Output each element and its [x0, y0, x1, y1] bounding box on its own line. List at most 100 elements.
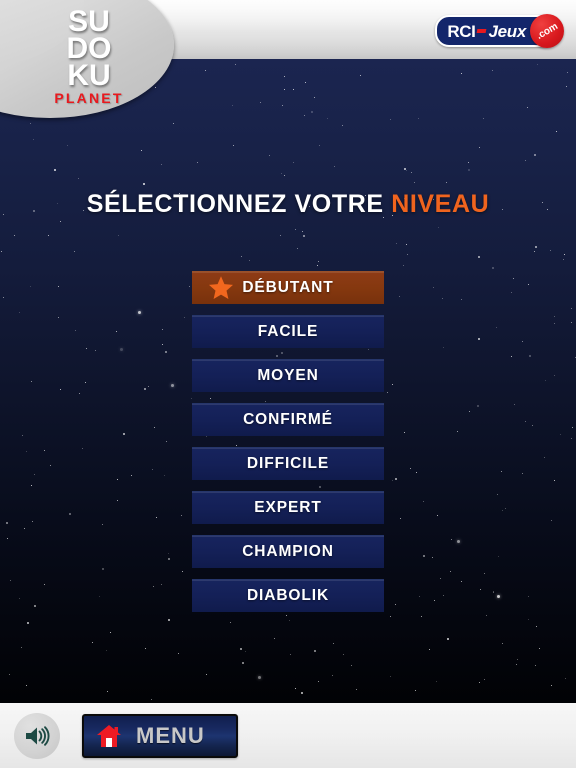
star-dot	[350, 664, 352, 666]
star-dot	[148, 385, 150, 387]
star-dot	[556, 131, 558, 132]
level-button-label: DIABOLIK	[246, 587, 330, 604]
star-dot	[59, 389, 61, 391]
star-dot	[296, 247, 298, 249]
star-dot	[244, 650, 246, 652]
star-dot	[9, 580, 11, 581]
star-dot	[528, 618, 530, 620]
star-dot	[571, 322, 572, 323]
star-dot	[283, 76, 285, 77]
star-dot	[390, 676, 392, 678]
star-dot	[521, 340, 523, 342]
level-button-difficile[interactable]: DIFFICILE	[192, 447, 384, 480]
star-dot	[476, 404, 479, 407]
star-dot	[137, 310, 141, 314]
star-dot	[549, 249, 551, 251]
level-button-confirm[interactable]: CONFIRMÉ	[192, 403, 384, 436]
star-dot	[355, 689, 357, 691]
star-dot	[318, 261, 320, 263]
star-dot	[442, 346, 444, 348]
star-dot	[534, 245, 537, 248]
star-dot	[290, 654, 291, 656]
rci-prefix-label: RCI	[447, 21, 476, 41]
star-dot	[429, 648, 430, 650]
logo-line-3: KU	[67, 59, 111, 92]
star-dot	[281, 173, 283, 175]
level-button-champion[interactable]: CHAMPION	[192, 535, 384, 568]
star-dot	[60, 221, 62, 223]
star-dot	[141, 149, 143, 151]
level-button-label: DIFFICILE	[246, 455, 330, 472]
star-dot	[416, 471, 418, 473]
star-dot	[498, 556, 500, 558]
star-dot	[535, 626, 537, 628]
star-dot	[283, 89, 285, 91]
star-dot	[562, 259, 564, 261]
star-dot	[551, 519, 553, 521]
star-dot	[435, 680, 437, 682]
star-dot	[332, 642, 334, 644]
star-dot	[445, 182, 447, 183]
star-dot	[160, 583, 162, 585]
logo-line-1: SU	[68, 5, 110, 38]
level-button-label: CHAMPION	[242, 543, 334, 560]
star-dot	[143, 182, 146, 185]
level-button-expert[interactable]: EXPERT	[192, 491, 384, 524]
star-dot	[528, 595, 530, 597]
star-dot	[73, 250, 75, 252]
star-dot	[334, 166, 336, 167]
star-dot	[516, 664, 517, 665]
level-button-moyen[interactable]: MOYEN	[192, 359, 384, 392]
star-dot	[410, 468, 412, 470]
star-dot	[482, 118, 484, 120]
star-dot	[30, 286, 32, 288]
star-dot	[422, 554, 425, 557]
rci-jeux-logo[interactable]: RCI Jeux .com	[435, 14, 564, 48]
star-dot	[32, 520, 34, 522]
star-dot	[545, 380, 547, 381]
star-dot	[554, 316, 556, 318]
star-dot	[414, 690, 416, 691]
star-dot	[451, 539, 453, 541]
level-button-facile[interactable]: FACILE	[192, 315, 384, 348]
star-dot	[115, 330, 117, 332]
star-dot	[282, 105, 284, 107]
level-button-dbutant[interactable]: DÉBUTANT	[192, 271, 384, 304]
star-dot	[161, 164, 163, 165]
star-dot	[403, 432, 405, 434]
star-dot	[553, 375, 555, 376]
star-dot	[553, 323, 555, 325]
rci-tld-label: .com	[534, 20, 560, 42]
logo-line-2: DO	[66, 32, 112, 65]
star-dot	[162, 343, 164, 345]
sound-toggle-button[interactable]	[14, 712, 60, 759]
star-dot	[13, 234, 15, 236]
star-dot	[197, 161, 199, 163]
star-dot	[171, 384, 175, 388]
star-dot	[119, 348, 123, 352]
star-dot	[98, 595, 100, 597]
level-button-diabolik[interactable]: DIABOLIK	[192, 579, 384, 612]
menu-button-label: MENU	[136, 722, 205, 748]
star-dot	[528, 283, 529, 285]
star-dot	[234, 64, 236, 65]
star-dot	[398, 295, 400, 297]
home-icon	[97, 724, 121, 747]
level-button-label: EXPERT	[254, 499, 322, 516]
star-dot	[572, 426, 574, 428]
star-dot	[21, 435, 23, 437]
star-dot	[21, 647, 23, 649]
menu-button[interactable]: MENU	[82, 713, 238, 758]
star-dot	[434, 599, 435, 601]
star-dot	[419, 596, 421, 598]
star-dot	[563, 254, 565, 256]
star-dot	[478, 682, 480, 684]
star-dot	[390, 615, 392, 617]
star-dot	[483, 573, 485, 575]
star-dot	[173, 122, 175, 124]
star-dot	[58, 285, 60, 287]
star-dot	[570, 308, 572, 309]
star-dot	[204, 70, 206, 72]
star-dot	[341, 125, 343, 127]
star-dot	[529, 355, 532, 358]
